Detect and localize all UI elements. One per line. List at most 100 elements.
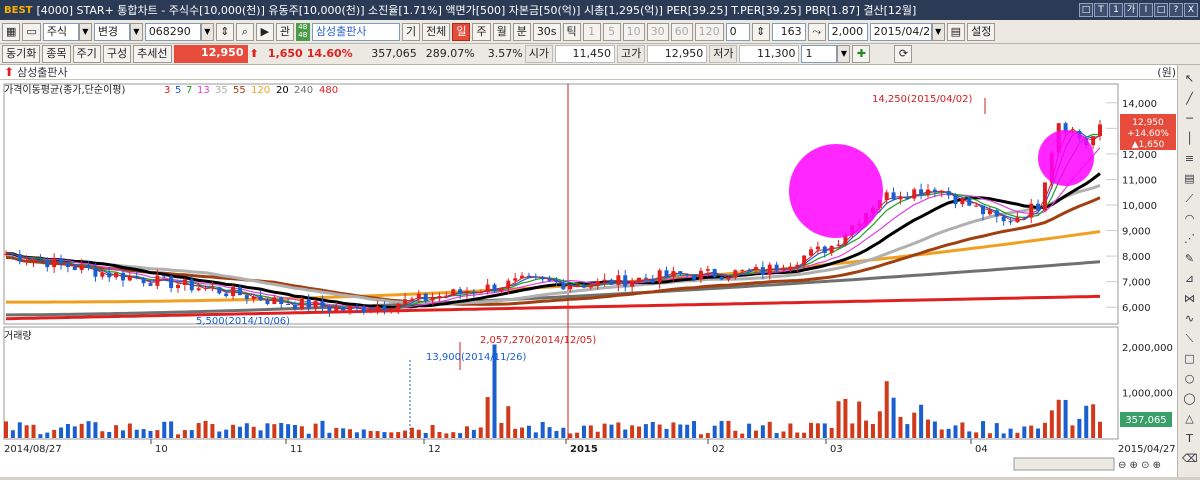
gann-icon[interactable]: ⟋ <box>1182 191 1197 206</box>
period-button[interactable]: 5 <box>602 22 621 41</box>
window-icon[interactable]: ▭ <box>22 22 41 41</box>
period-button[interactable]: 분 <box>512 22 531 41</box>
close-button[interactable]: X <box>1184 3 1198 17</box>
x-axis-label: 2015 <box>570 444 598 455</box>
search-icon[interactable]: ⌕ <box>235 22 254 41</box>
box-select[interactable]: 1 ▼ <box>801 45 851 63</box>
spin-icon[interactable]: ⇕ <box>751 22 770 41</box>
stock-name-field[interactable]: 삼성출판사 <box>311 22 400 41</box>
count-field[interactable]: 163 <box>771 22 806 41</box>
speed-line-icon[interactable]: ⟍ <box>1182 331 1197 346</box>
trend-line-icon[interactable]: ╱ <box>1182 91 1197 106</box>
calendar-icon[interactable]: ▤ <box>946 22 966 41</box>
compose-button[interactable]: 구성 <box>102 45 132 63</box>
stock-button[interactable]: 종목 <box>42 45 71 63</box>
candle-body <box>829 245 834 253</box>
scrollbar[interactable] <box>1013 457 1115 471</box>
circle-icon[interactable]: ○ <box>1182 371 1197 386</box>
volume-bar <box>891 397 896 438</box>
fibonacci-icon[interactable]: ▤ <box>1182 171 1197 186</box>
cycle-icon[interactable]: ∿ <box>1182 311 1197 326</box>
volume-bar <box>561 427 566 438</box>
spin-icon[interactable]: ⇕ <box>215 22 234 41</box>
ma-legend-item: 120 <box>251 85 270 96</box>
volume-bar <box>478 427 483 438</box>
volume-bar <box>471 429 476 438</box>
window-button[interactable]: T <box>1094 3 1108 17</box>
eraser-icon[interactable]: ⌫ <box>1182 451 1198 466</box>
volume-bar <box>533 432 538 438</box>
candle-body <box>884 192 889 200</box>
chevron-down-icon[interactable]: ▼ <box>129 22 143 41</box>
chevron-down-icon[interactable]: ▼ <box>837 45 851 63</box>
chevron-down-icon[interactable]: ▼ <box>931 22 945 41</box>
period-button[interactable]: 120 <box>694 22 724 41</box>
window-button[interactable]: 1 <box>1109 3 1123 17</box>
settings-button[interactable]: 설정 <box>967 22 996 41</box>
period-button[interactable]: 30s <box>532 22 561 41</box>
code-input[interactable]: 068290 ▼ <box>144 22 214 41</box>
candle-body <box>59 258 64 264</box>
add-icon[interactable]: ✚ <box>852 45 871 63</box>
zoom-icon[interactable]: ⊖ ⊕ ⊙ ⊕ <box>1118 460 1161 471</box>
rectangle-icon[interactable]: □ <box>1182 351 1197 366</box>
help-button[interactable]: ? <box>1169 3 1183 17</box>
period-button[interactable]: 1 <box>582 22 601 41</box>
trendline-button[interactable]: 추세선 <box>133 45 172 63</box>
period-button[interactable]: 주 <box>472 22 491 41</box>
ellipse-icon[interactable]: ◯ <box>1182 391 1197 406</box>
window-button[interactable]: □ <box>1154 3 1168 17</box>
cursor-icon[interactable]: ↖ <box>1182 71 1197 86</box>
range-icon[interactable]: ⤳ <box>807 22 826 41</box>
volume-bar <box>141 429 146 438</box>
period-button-active[interactable]: 일 <box>452 22 471 41</box>
stock-chart[interactable]: 14,00013,00012,00011,00010,0009,0008,000… <box>0 80 1177 477</box>
period-button[interactable]: 전체 <box>422 22 451 41</box>
fan-icon[interactable]: ⋰ <box>1182 231 1197 246</box>
window-button[interactable]: □ <box>1079 3 1093 17</box>
change-select[interactable]: 변경 ▼ <box>93 22 143 41</box>
volume-bar <box>1070 425 1075 438</box>
period-button[interactable]: 틱 <box>562 22 581 41</box>
chevron-down-icon[interactable]: ▼ <box>78 22 92 41</box>
pencil-icon[interactable]: ✎ <box>1182 251 1197 266</box>
app-logo: BEST <box>4 4 33 16</box>
pattern-icon[interactable]: ⋈ <box>1182 291 1197 306</box>
ma-legend-item: 3 <box>164 85 170 96</box>
volume-bar <box>59 427 64 438</box>
play-icon[interactable]: ▶ <box>255 22 274 41</box>
period-button[interactable]: 10 <box>622 22 645 41</box>
text-icon[interactable]: T <box>1182 431 1197 446</box>
volume-badge-value: 357,065 <box>1125 415 1166 426</box>
horizontal-line-icon[interactable]: ─ <box>1182 111 1197 126</box>
ruler-icon[interactable]: ⊿ <box>1182 271 1197 286</box>
period-button[interactable]: 30 <box>646 22 669 41</box>
period-button[interactable]: 월 <box>492 22 511 41</box>
candle-body <box>444 295 449 297</box>
chart-area[interactable]: 14,00013,00012,00011,00010,0009,0008,000… <box>0 80 1177 477</box>
chevron-down-icon[interactable]: ▼ <box>200 22 214 41</box>
sync-button[interactable]: 동기화 <box>2 45 41 63</box>
candle-body <box>100 272 105 277</box>
volume-bar <box>1022 426 1027 438</box>
period-custom-field[interactable]: 0 <box>725 22 750 41</box>
arc-icon[interactable]: ◠ <box>1182 211 1197 226</box>
vertical-line-icon[interactable]: │ <box>1182 131 1197 146</box>
window-button[interactable]: 가 <box>1124 3 1138 17</box>
candle-body <box>520 275 525 279</box>
refresh-icon[interactable]: ⟳ <box>894 45 913 63</box>
period-menu-button[interactable]: 주기 <box>72 45 101 63</box>
period-button[interactable]: 60 <box>670 22 693 41</box>
price-tick-label: 7,000 <box>1122 278 1151 289</box>
window-button[interactable]: I <box>1139 3 1153 17</box>
channel-icon[interactable]: ≡ <box>1182 151 1197 166</box>
triangle-icon[interactable]: △ <box>1182 411 1197 426</box>
range-field[interactable]: 2,000 <box>827 22 868 41</box>
layout-icon[interactable]: ▦ <box>2 22 21 41</box>
period-button[interactable]: 기 <box>401 22 421 41</box>
candle-body <box>568 285 573 290</box>
market-select[interactable]: 주식 ▼ <box>42 22 92 41</box>
related-button[interactable]: 관 <box>275 22 294 41</box>
candle-body <box>127 276 132 281</box>
date-select[interactable]: 2015/04/27 ▼ <box>869 22 945 41</box>
